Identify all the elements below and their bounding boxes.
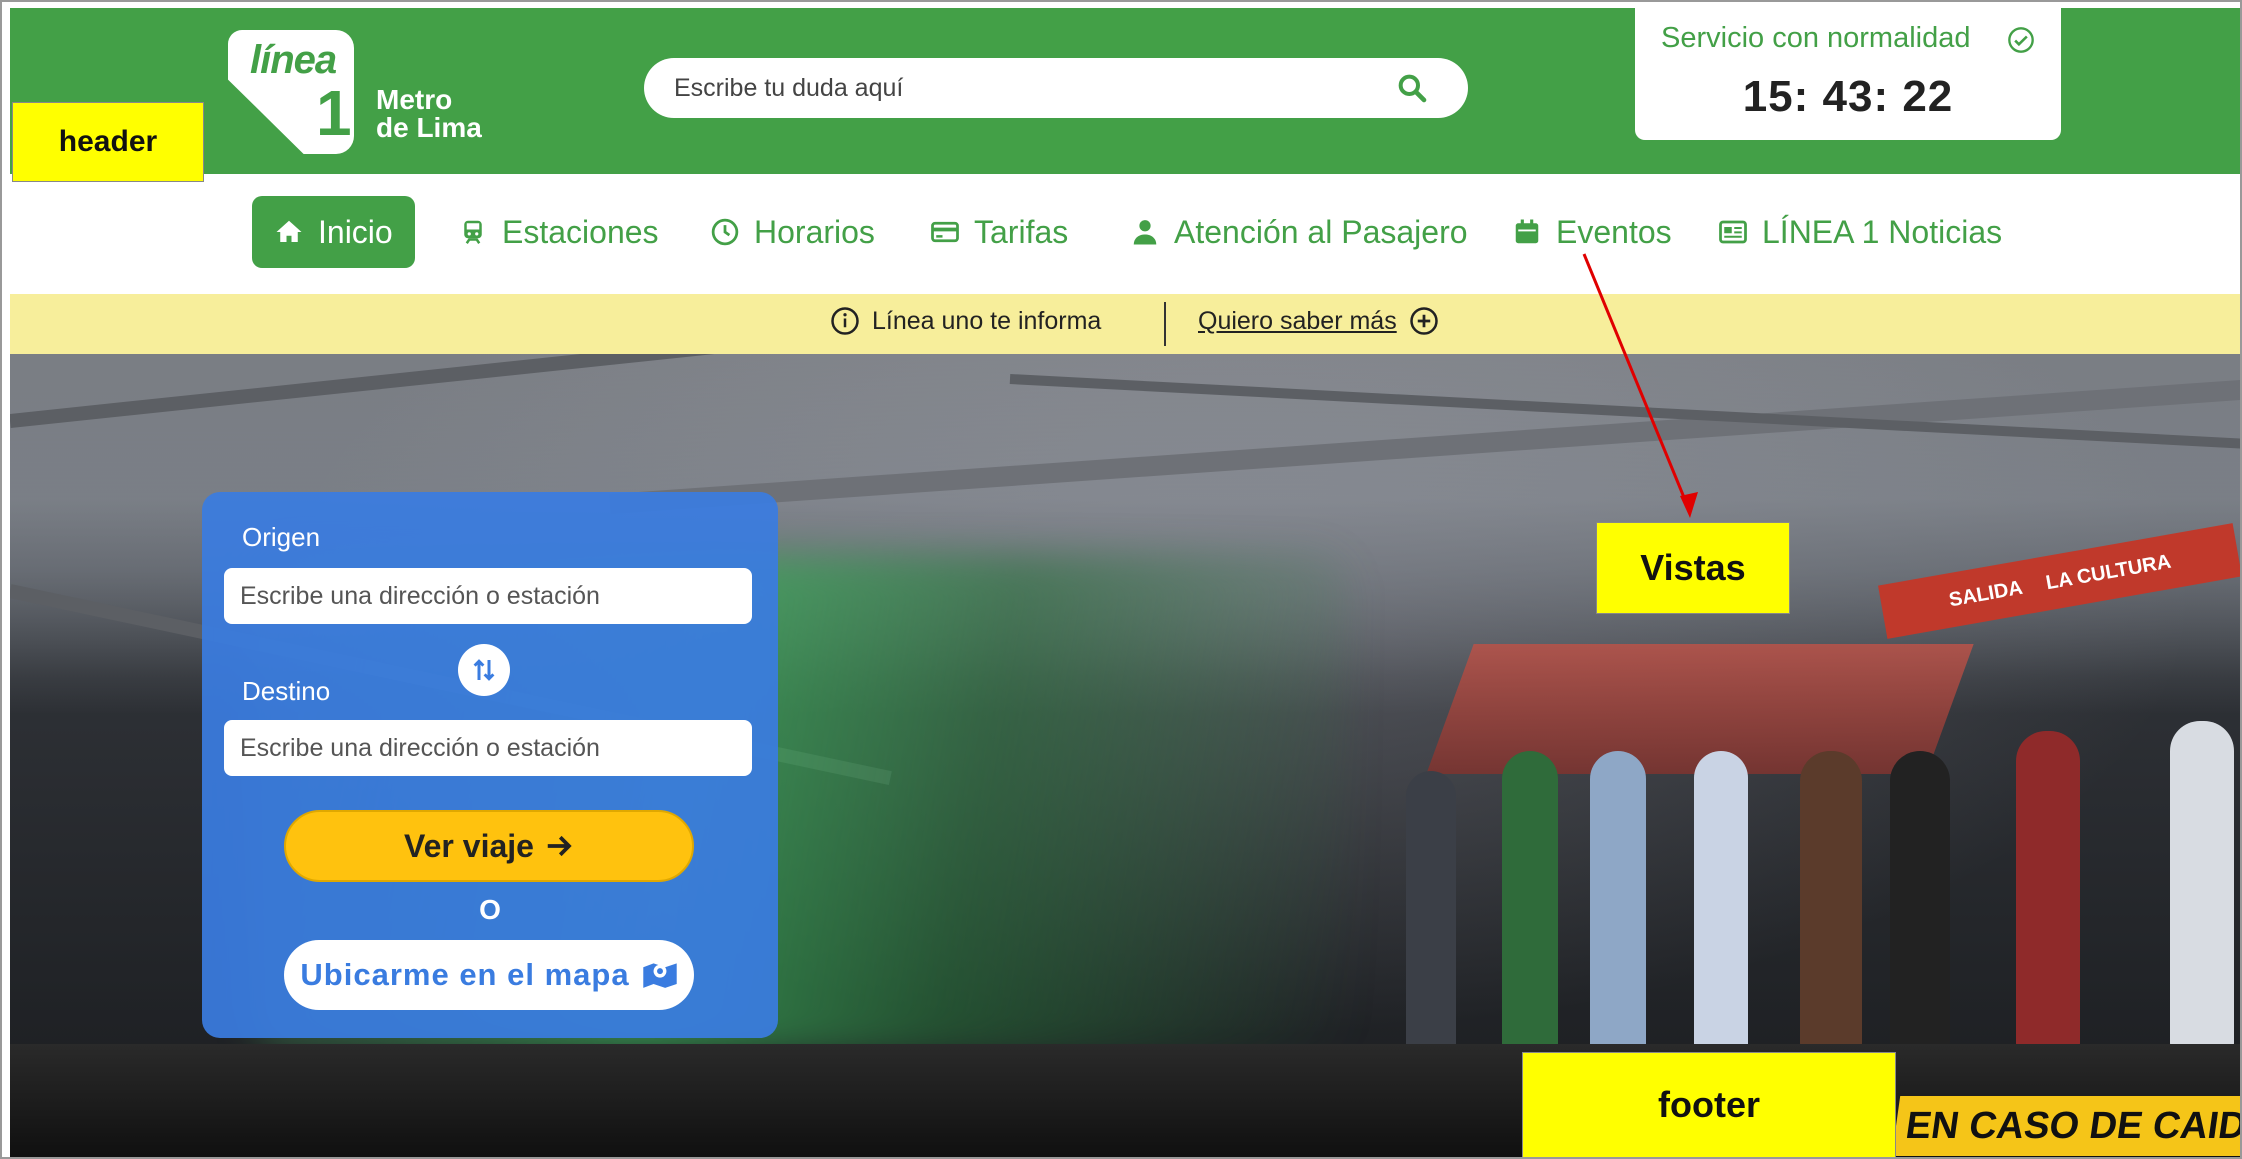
logo-sub-line1: Metro (376, 84, 453, 115)
header: línea 1 Metro de Lima Servicio con norma… (10, 8, 2240, 174)
user-icon (1133, 220, 1157, 245)
check-circle-icon (2008, 27, 2034, 53)
home-icon (276, 220, 302, 242)
origin-input[interactable] (224, 568, 752, 624)
nav-item-label: Inicio (318, 213, 393, 250)
more-info-link[interactable]: Quiero saber más (1198, 306, 1439, 336)
main-nav: Inicio Estaciones Horarios Tarifas Atenc… (10, 174, 2240, 294)
map-pin-icon (642, 963, 677, 988)
search-icon[interactable] (1396, 72, 1428, 104)
info-divider (1164, 302, 1166, 346)
view-trip-button[interactable]: Ver viaje (284, 810, 694, 882)
nav-item-label: Atención al Pasajero (1174, 213, 1468, 250)
trip-planner: Origen Destino Ver viaje O Ubicarme en e… (202, 492, 778, 1038)
nav-item-noticias[interactable]: LÍNEA 1 Noticias (1710, 196, 2010, 268)
annotation-footer: footer (1522, 1052, 1896, 1157)
plus-circle-icon[interactable] (1409, 306, 1439, 336)
arrow-right-icon (547, 835, 572, 857)
locate-map-button[interactable]: Ubicarme en el mapa (284, 940, 694, 1010)
nav-item-horarios[interactable]: Horarios (702, 196, 883, 268)
passenger (1890, 751, 1950, 1051)
or-text: O (479, 894, 501, 925)
page-frame: línea 1 Metro de Lima Servicio con norma… (0, 0, 2242, 1159)
logo[interactable]: línea 1 Metro de Lima (228, 30, 498, 160)
card-icon (931, 221, 959, 243)
destination-label: Destino (242, 676, 331, 706)
view-trip-label: Ver viaje (404, 827, 534, 864)
passenger (1590, 751, 1646, 1051)
sign-exit: SALIDA (1947, 576, 2025, 611)
origin-label: Origen (242, 522, 321, 552)
search-bar (644, 58, 1468, 118)
newspaper-icon (1719, 220, 1747, 244)
nav-item-inicio[interactable]: Inicio (252, 196, 415, 268)
info-text: Línea uno te informa (872, 306, 1102, 335)
annotation-vistas: Vistas (1596, 522, 1790, 614)
nav-item-eventos[interactable]: Eventos (1504, 196, 1680, 268)
sign-station: LA CULTURA (2044, 550, 2173, 594)
logo-number: 1 (316, 77, 352, 149)
logo-sub-line2: de Lima (376, 112, 482, 143)
nav-item-label: LÍNEA 1 Noticias (1762, 213, 2003, 250)
nav-item-label: Estaciones (502, 213, 659, 250)
passenger (1694, 751, 1748, 1051)
passenger (1800, 751, 1862, 1051)
platform-roof (1426, 644, 1974, 774)
swap-button[interactable] (458, 644, 510, 696)
nav-item-tarifas[interactable]: Tarifas (922, 196, 1076, 268)
destination-input[interactable] (224, 720, 752, 776)
nav-item-label: Horarios (754, 213, 875, 250)
nav-item-label: Tarifas (974, 213, 1069, 250)
service-status-text: Servicio con normalidad (1661, 22, 1971, 54)
swap-icon (473, 659, 495, 681)
more-info-link-text[interactable]: Quiero saber más (1198, 307, 1397, 336)
passenger (2016, 731, 2080, 1051)
service-status: Servicio con normalidad 15: 43: 22 (1635, 8, 2061, 140)
train-icon (464, 220, 482, 244)
locate-map-label: Ubicarme en el mapa (300, 957, 630, 992)
passenger (1406, 771, 1456, 1051)
info-message: Línea uno te informa (830, 306, 1101, 336)
clock: 15: 43: 22 (1742, 72, 1954, 121)
clock-icon (711, 218, 739, 246)
annotation-header: header (12, 102, 204, 182)
nav-item-atencion[interactable]: Atención al Pasajero (1122, 196, 1476, 268)
nav-item-estaciones[interactable]: Estaciones (450, 196, 667, 268)
passenger (1502, 751, 1558, 1051)
caution-sign: EN CASO DE CAID (1891, 1096, 2240, 1156)
logo-subtitle: Metro de Lima (376, 86, 482, 142)
search-input[interactable] (674, 70, 1374, 106)
passenger (2170, 721, 2234, 1051)
nav-item-label: Eventos (1556, 213, 1672, 250)
calendar-icon (1515, 219, 1539, 244)
info-icon (831, 307, 859, 335)
info-bar: Línea uno te informa Quiero saber más (10, 294, 2240, 354)
